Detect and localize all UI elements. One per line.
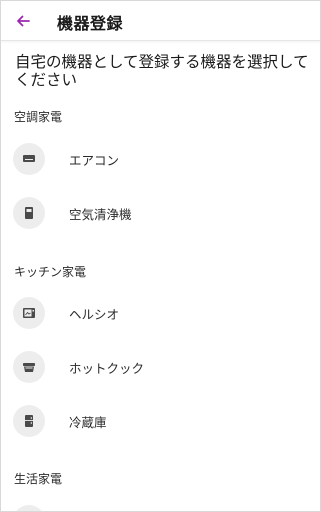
device-item-refrigerator[interactable]: 冷蔵庫 — [1, 399, 320, 443]
cooking-pot-icon — [13, 351, 45, 383]
air-conditioner-icon — [13, 143, 45, 175]
device-label: 冷蔵庫 — [69, 415, 107, 430]
microwave-oven-icon — [13, 297, 45, 329]
refrigerator-icon — [13, 405, 45, 437]
device-label: ヘルシオ — [69, 307, 120, 322]
section-label-household: 生活家電 — [14, 472, 63, 486]
device-item-healsio[interactable]: ヘルシオ — [1, 291, 320, 335]
device-item-air-purifier[interactable]: 空気清浄機 — [1, 191, 320, 235]
page-title: 機器登録 — [57, 14, 124, 33]
device-item-air-conditioner[interactable]: エアコン — [1, 137, 320, 181]
device-item-hotcook[interactable]: ホットクック — [1, 345, 320, 389]
app-screen: 機器登録 自宅の機器として登録する機器を選択してください 空調家電 エアコン 空… — [0, 0, 321, 512]
selection-prompt: 自宅の機器として登録する機器を選択してください — [15, 53, 309, 89]
device-label: エアコン — [69, 153, 120, 168]
air-purifier-icon — [13, 197, 45, 229]
section-label-air-conditioning: 空調家電 — [14, 110, 63, 124]
arrow-left-icon — [17, 15, 30, 27]
app-header: 機器登録 — [1, 1, 320, 41]
device-icon-partial — [13, 505, 45, 511]
section-label-kitchen: キッチン家電 — [14, 265, 87, 279]
back-button[interactable] — [9, 7, 37, 35]
device-label: ホットクック — [69, 361, 145, 376]
device-label: 空気清浄機 — [69, 207, 132, 222]
